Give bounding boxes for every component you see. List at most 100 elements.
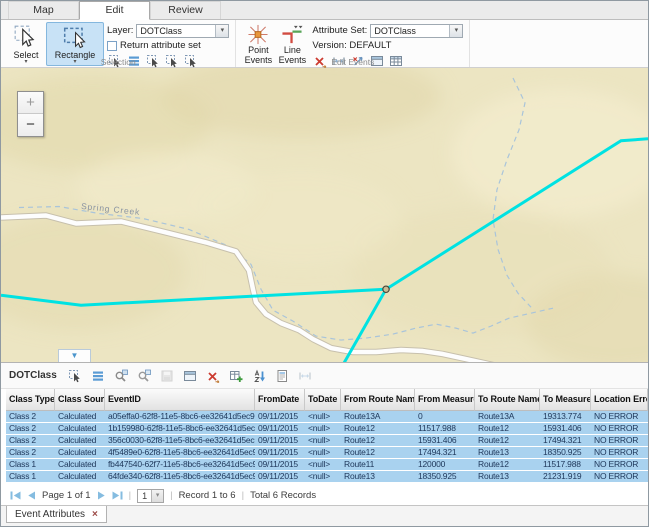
table-row[interactable]: Class 2Calculated4f5489e0-62f8-11e5-8bc6… [6,447,648,459]
table-cell[interactable]: NO ERROR [591,459,648,471]
attribute-set-dropdown[interactable]: DOTClass ▾ [370,24,463,38]
table-cell[interactable]: Class 1 [6,459,55,471]
table-cell[interactable]: Calculated [55,411,105,423]
table-cell[interactable]: Route12 [341,447,415,459]
table-row[interactable]: Class 2Calculated356c0030-62f8-11e5-8bc6… [6,435,648,447]
table-cell[interactable]: 17494.321 [415,447,475,459]
table-cell[interactable]: Route11 [341,459,415,471]
tab-map[interactable]: Map [8,1,79,19]
table-row[interactable]: Class 1Calculatedfb447540-62f7-11e5-8bc6… [6,459,648,471]
table-cell[interactable]: NO ERROR [591,435,648,447]
pan-to-record-icon[interactable] [136,368,152,383]
tab-event-attributes[interactable]: Event Attributes × [6,506,107,523]
table-cell[interactable]: Calculated [55,435,105,447]
table-cell[interactable]: Class 2 [6,423,55,435]
table-cell[interactable]: Route12 [341,435,415,447]
table-cell[interactable]: Route12 [475,423,540,435]
column-header-to-measure[interactable]: To Measure [540,389,591,411]
next-page-button[interactable] [97,491,106,500]
zoom-in-button[interactable]: + [18,92,43,114]
table-cell[interactable]: 11517.988 [415,423,475,435]
chevron-down-icon[interactable]: ▾ [215,25,228,37]
table-cell[interactable]: Route12 [341,423,415,435]
route-junction-marker[interactable] [383,286,389,292]
table-cell[interactable]: 19313.774 [540,411,591,423]
page-number-dropdown[interactable]: 1 ▾ [137,489,164,503]
table-cell[interactable]: 09/11/2015 [255,459,305,471]
panel-collapse-tab[interactable]: ▼ [58,349,91,362]
table-cell[interactable]: 21231.919 [540,471,591,483]
map-canvas[interactable]: Spring Creek + − ▼ [1,68,648,363]
previous-page-button[interactable] [27,491,36,500]
add-records-icon[interactable] [228,368,244,383]
table-cell[interactable]: 0 [415,411,475,423]
sort-records-icon[interactable] [251,368,267,383]
table-cell[interactable]: Route13A [475,411,540,423]
measure-record-icon[interactable] [297,368,313,383]
table-cell[interactable]: Route12 [475,435,540,447]
table-cell[interactable]: <null> [305,435,341,447]
save-edits-icon[interactable] [159,368,175,383]
table-cell[interactable]: Route13 [475,471,540,483]
column-header-location-error[interactable]: Location Error [591,389,648,411]
table-cell[interactable]: Class 2 [6,447,55,459]
table-cell[interactable]: 09/11/2015 [255,423,305,435]
table-cell[interactable]: a05effa0-62f8-11e5-8bc6-ee32641d5ec9 [105,411,255,423]
delete-record-icon[interactable] [205,368,221,383]
layer-dropdown[interactable]: DOTClass ▾ [136,24,229,38]
attribute-window-icon[interactable] [182,368,198,383]
report-icon[interactable] [274,368,290,383]
table-cell[interactable]: NO ERROR [591,411,648,423]
zoom-out-button[interactable]: − [18,114,43,136]
table-cell[interactable]: Route13A [341,411,415,423]
table-cell[interactable]: 18350.925 [415,471,475,483]
table-cell[interactable]: <null> [305,411,341,423]
column-header-todate[interactable]: ToDate [305,389,341,411]
table-cell[interactable]: Route13 [475,447,540,459]
table-cell[interactable]: <null> [305,471,341,483]
table-cell[interactable]: 120000 [415,459,475,471]
table-cell[interactable]: Calculated [55,471,105,483]
table-cell[interactable]: fb447540-62f7-11e5-8bc6-ee32641d5ec9 [105,459,255,471]
column-header-class-type[interactable]: Class Type [6,389,55,411]
table-cell[interactable]: <null> [305,459,341,471]
table-cell[interactable]: 1b159980-62f8-11e5-8bc6-ee32641d5ec9 [105,423,255,435]
table-cell[interactable]: Class 1 [6,471,55,483]
table-cell[interactable]: 15931.406 [415,435,475,447]
table-cell[interactable]: 15931.406 [540,423,591,435]
first-page-button[interactable] [10,491,21,500]
table-row[interactable]: Class 2Calculated1b159980-62f8-11e5-8bc6… [6,423,648,435]
tab-edit[interactable]: Edit [79,1,150,20]
table-cell[interactable]: 17494.321 [540,435,591,447]
table-cell[interactable]: 09/11/2015 [255,435,305,447]
table-cell[interactable]: 64fde340-62f8-11e5-8bc6-ee32641d5ec9 [105,471,255,483]
table-cell[interactable]: 356c0030-62f8-11e5-8bc6-ee32641d5ec9 [105,435,255,447]
table-cell[interactable]: NO ERROR [591,447,648,459]
table-cell[interactable]: 4f5489e0-62f8-11e5-8bc6-ee32641d5ec9 [105,447,255,459]
table-cell[interactable]: 11517.988 [540,459,591,471]
table-cell[interactable]: <null> [305,423,341,435]
table-cell[interactable]: 09/11/2015 [255,471,305,483]
select-records-icon[interactable] [67,368,83,383]
column-header-from-route-name[interactable]: From Route Name [341,389,415,411]
table-cell[interactable]: Calculated [55,423,105,435]
column-header-to-route-name[interactable]: To Route Name [475,389,540,411]
table-cell[interactable]: Class 2 [6,435,55,447]
last-page-button[interactable] [112,491,123,500]
column-header-from-measure[interactable]: From Measure [415,389,475,411]
table-cell[interactable]: NO ERROR [591,423,648,435]
table-row[interactable]: Class 1Calculated64fde340-62f8-11e5-8bc6… [6,471,648,483]
table-cell[interactable]: 18350.925 [540,447,591,459]
return-attribute-set-checkbox[interactable] [107,41,117,51]
table-cell[interactable]: Calculated [55,459,105,471]
show-all-records-icon[interactable] [90,368,106,383]
table-cell[interactable]: <null> [305,447,341,459]
close-icon[interactable]: × [92,510,98,520]
table-cell[interactable]: 09/11/2015 [255,447,305,459]
zoom-to-record-icon[interactable] [113,368,129,383]
column-header-eventid[interactable]: EventID [105,389,255,411]
table-cell[interactable]: Route12 [475,459,540,471]
table-cell[interactable]: Class 2 [6,411,55,423]
chevron-down-icon[interactable]: ▾ [151,490,163,502]
tab-review[interactable]: Review [150,1,221,19]
